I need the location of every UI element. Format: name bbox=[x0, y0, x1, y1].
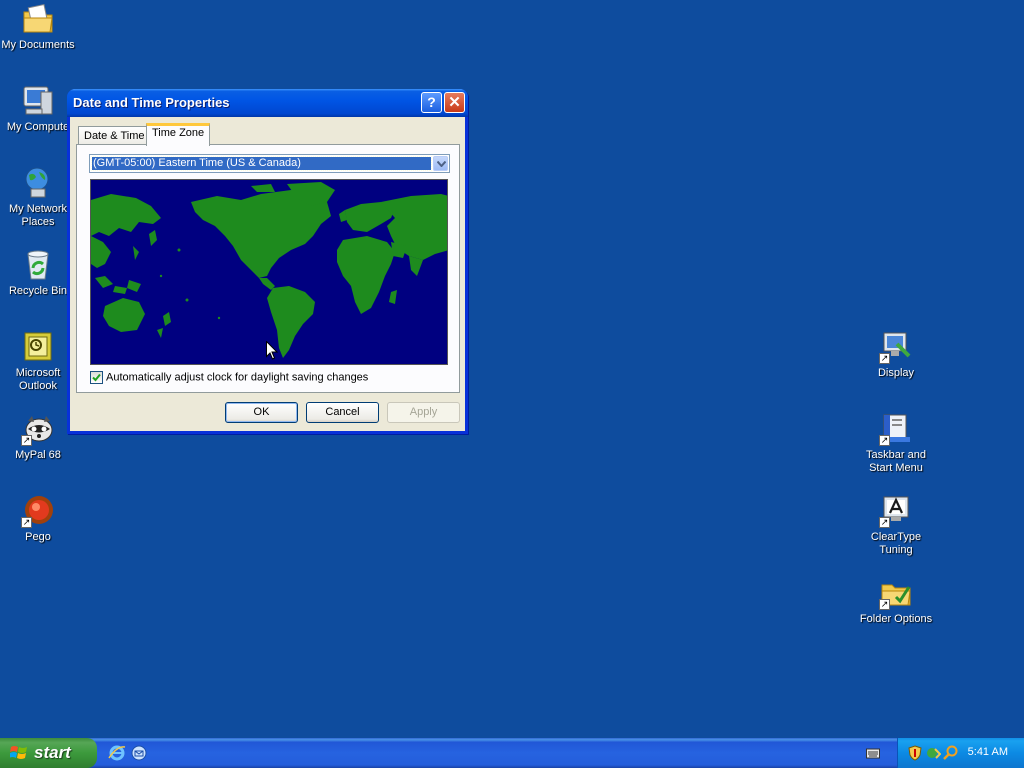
close-button[interactable]: ✕ bbox=[444, 92, 465, 113]
recycle-bin-icon bbox=[21, 248, 55, 282]
desktop-icon-label: ClearType Tuning bbox=[870, 531, 922, 556]
mypal-icon: ↗ bbox=[21, 412, 55, 446]
network-places-icon bbox=[21, 166, 55, 200]
keyboard-icon[interactable] bbox=[866, 747, 880, 759]
desktop-icon-label: My Documents bbox=[1, 39, 75, 51]
close-icon: ✕ bbox=[448, 94, 461, 111]
desktop-icon-outlook[interactable]: Microsoft Outlook bbox=[0, 330, 76, 393]
dialog-titlebar[interactable]: Date and Time Properties ? ✕ bbox=[67, 89, 468, 117]
my-computer-icon bbox=[21, 84, 55, 118]
desktop-icon-my-computer[interactable]: My Compute bbox=[0, 84, 76, 134]
time-zone-dropdown[interactable]: (GMT-05:00) Eastern Time (US & Canada) bbox=[89, 154, 450, 173]
dst-label: Automatically adjust clock for daylight … bbox=[106, 371, 369, 384]
desktop-icon-label: Microsoft Outlook bbox=[15, 367, 61, 392]
chevron-down-icon bbox=[437, 161, 446, 167]
windows-logo-icon bbox=[10, 746, 27, 759]
checkmark-icon bbox=[92, 373, 101, 382]
clock[interactable]: 5:41 AM bbox=[968, 746, 1008, 758]
dialog-title: Date and Time Properties bbox=[73, 95, 230, 110]
desktop-icon-taskbar-start-menu[interactable]: ↗ Taskbar and Start Menu bbox=[858, 412, 934, 475]
taskbar-start-menu-icon: ↗ bbox=[879, 412, 913, 446]
desktop-icon-folder-options[interactable]: ↗ Folder Options bbox=[858, 576, 934, 626]
email-icon[interactable] bbox=[130, 744, 148, 762]
cancel-button[interactable]: Cancel bbox=[306, 402, 379, 423]
ok-button[interactable]: OK bbox=[225, 402, 298, 423]
desktop-icon-label: Recycle Bin bbox=[8, 285, 68, 297]
desktop-icon-label: Folder Options bbox=[859, 613, 933, 625]
search-icon[interactable] bbox=[943, 745, 959, 761]
dropdown-button[interactable] bbox=[433, 156, 448, 171]
display-icon: ↗ bbox=[879, 330, 913, 364]
desktop-icon-label: MyPal 68 bbox=[15, 449, 61, 461]
desktop-icon-label: Taskbar and Start Menu bbox=[866, 449, 926, 474]
time-zone-selected-value: (GMT-05:00) Eastern Time (US & Canada) bbox=[91, 156, 432, 171]
tab-date-time[interactable]: Date & Time bbox=[78, 126, 151, 145]
desktop-icon-mypal[interactable]: ↗ MyPal 68 bbox=[0, 412, 76, 462]
start-button[interactable]: start bbox=[0, 738, 97, 768]
start-label: start bbox=[34, 743, 71, 762]
desktop-icon-pego[interactable]: ↗ Pego bbox=[0, 494, 76, 544]
desktop-icon-cleartype[interactable]: ↗ ClearType Tuning bbox=[858, 494, 934, 557]
taskbar: start 5:41 AM bbox=[0, 738, 1024, 768]
help-button[interactable]: ? bbox=[421, 92, 442, 113]
desktop-icon-label: Pego bbox=[25, 531, 51, 543]
world-map-image bbox=[91, 180, 447, 364]
tab-time-zone[interactable]: Time Zone bbox=[146, 123, 211, 146]
desktop-icon-label: My Compute bbox=[6, 121, 70, 133]
internet-explorer-icon[interactable] bbox=[108, 744, 126, 762]
desktop-icon-label: My Network Places bbox=[8, 203, 68, 228]
security-shield-icon[interactable] bbox=[907, 745, 923, 761]
system-tray: 5:41 AM bbox=[897, 738, 1024, 768]
network-icon[interactable] bbox=[925, 745, 941, 761]
outlook-icon bbox=[21, 330, 55, 364]
world-time-zone-map[interactable] bbox=[90, 179, 448, 365]
dst-checkbox[interactable] bbox=[90, 371, 103, 384]
desktop-icon-recycle-bin[interactable]: Recycle Bin bbox=[0, 248, 76, 298]
folder-options-icon: ↗ bbox=[879, 576, 913, 610]
mouse-cursor-icon bbox=[266, 341, 278, 360]
desktop-icon-label: Display bbox=[877, 367, 915, 379]
my-documents-icon bbox=[21, 2, 55, 36]
pego-icon: ↗ bbox=[21, 494, 55, 528]
cleartype-icon: ↗ bbox=[879, 494, 913, 528]
desktop-icon-display[interactable]: ↗ Display bbox=[858, 330, 934, 380]
desktop-icon-my-documents[interactable]: My Documents bbox=[0, 2, 76, 52]
desktop-icon-network-places[interactable]: My Network Places bbox=[0, 166, 76, 229]
apply-button[interactable]: Apply bbox=[387, 402, 460, 423]
date-time-properties-dialog: Date and Time Properties ? ✕ Date & Time… bbox=[67, 89, 468, 434]
dst-option[interactable]: Automatically adjust clock for daylight … bbox=[90, 371, 368, 384]
